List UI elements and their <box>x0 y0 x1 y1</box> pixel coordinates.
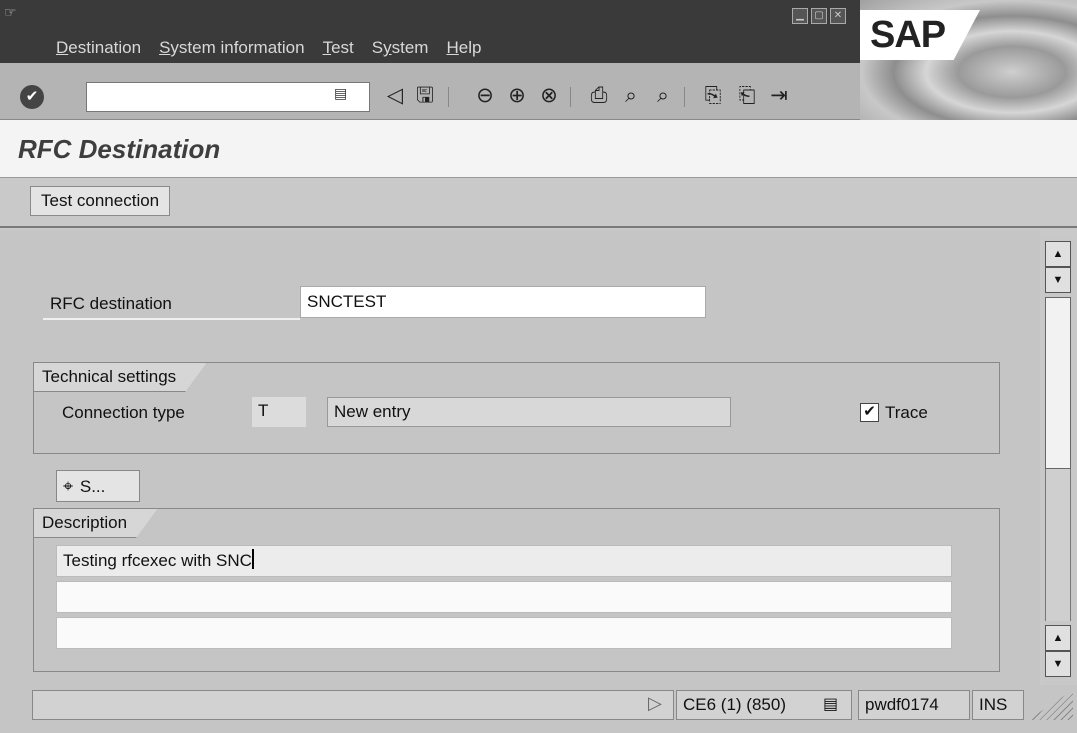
description-line-2[interactable] <box>56 581 952 613</box>
status-message-area <box>32 690 674 720</box>
menu-system[interactable]: System <box>372 38 429 58</box>
collapse-left-icon[interactable]: ◁ <box>382 83 408 109</box>
print-icon[interactable]: ⎙ <box>586 83 612 109</box>
scroll-page-up-icon[interactable]: ▲ <box>1045 625 1071 651</box>
scrollbar-thumb[interactable] <box>1045 297 1071 469</box>
status-system[interactable]: CE6 (1) (850) ▤ <box>676 690 852 720</box>
connection-type-field[interactable]: T <box>252 397 306 427</box>
technical-settings-title: Technical settings <box>33 362 207 392</box>
system-info-icon[interactable]: ▤ <box>823 691 838 719</box>
menu-help[interactable]: Help <box>446 38 481 58</box>
toolbar-separator <box>448 87 449 107</box>
application-toolbar: Test connection <box>0 178 1077 228</box>
status-expand-icon[interactable]: ▷ <box>648 693 662 714</box>
last-page-icon[interactable]: ⎗ <box>734 83 760 109</box>
cancel-icon[interactable]: ⊗ <box>536 83 562 109</box>
trace-checkbox[interactable]: ✔ <box>860 403 879 422</box>
rfc-destination-label: RFC destination <box>50 294 172 313</box>
rfc-destination-field[interactable]: SNCTEST <box>300 286 706 318</box>
status-server: pwdf0174 <box>858 690 970 720</box>
resize-grip[interactable] <box>1028 690 1073 720</box>
technical-settings-group: Technical settings Connection type T New… <box>33 362 1000 454</box>
menu-system-information[interactable]: System information <box>159 38 305 58</box>
search-button-label: S... <box>79 477 106 496</box>
scrollbar-track[interactable] <box>1045 469 1071 621</box>
enter-icon[interactable]: ✔ <box>20 85 44 109</box>
description-title: Description <box>33 508 158 538</box>
status-bar: ▷ CE6 (1) (850) ▤ pwdf0174 INS <box>0 685 1077 733</box>
maximize-icon[interactable]: ▢ <box>811 8 827 24</box>
description-line-3[interactable] <box>56 617 952 649</box>
search-button[interactable]: ⌖ S... <box>56 470 140 502</box>
scroll-up-icon[interactable]: ▲ <box>1045 241 1071 267</box>
exit-icon[interactable]: ⊕ <box>504 83 530 109</box>
command-input[interactable] <box>87 83 327 109</box>
command-field[interactable] <box>86 82 370 112</box>
test-connection-button[interactable]: Test connection <box>30 186 171 216</box>
title-area: RFC Destination <box>0 120 1077 178</box>
find-icon[interactable]: ⌕ <box>618 83 644 109</box>
save-icon[interactable]: 🖫 <box>412 83 438 109</box>
vertical-scrollbar[interactable]: ▲ ▼ ▲ ▼ <box>1043 237 1075 685</box>
system-menu-icon[interactable]: ☞ <box>4 4 22 20</box>
binoculars-icon: ⌖ <box>63 476 74 496</box>
description-line-1[interactable]: Testing rfcexec with SNC <box>56 545 952 577</box>
toolbar-separator <box>570 87 571 107</box>
main-area: RFC destination SNCTEST Technical settin… <box>0 230 1040 685</box>
close-icon[interactable]: ✕ <box>830 8 846 24</box>
connection-type-label: Connection type <box>62 403 185 422</box>
window-controls: ▁ ▢ ✕ <box>792 8 846 24</box>
toolbar-separator <box>684 87 685 107</box>
connection-type-description: New entry <box>327 397 731 427</box>
menu-bar: Destination System information Test Syst… <box>56 38 499 58</box>
menu-test[interactable]: Test <box>323 38 354 58</box>
command-history-icon[interactable]: ▤ <box>334 85 350 105</box>
trace-label: Trace <box>885 403 928 422</box>
description-group: Description Testing rfcexec with SNC <box>33 508 1000 672</box>
standard-toolbar: ✔ ▤ ◁ 🖫 ⊖ ⊕ ⊗ ⎙ ⌕ ⌕ ⎘ ⎗ ⇥ <box>0 63 860 120</box>
minimize-icon[interactable]: ▁ <box>792 8 808 24</box>
page-title: RFC Destination <box>18 134 221 164</box>
scroll-down-icon[interactable]: ▼ <box>1045 267 1071 293</box>
back-icon[interactable]: ⊖ <box>472 83 498 109</box>
layout-icon[interactable]: ⇥ <box>766 83 792 109</box>
scroll-page-down-icon[interactable]: ▼ <box>1045 651 1071 677</box>
text-cursor <box>251 549 254 569</box>
menu-destination[interactable]: Destination <box>56 38 141 58</box>
label-underline <box>43 318 300 320</box>
first-page-icon[interactable]: ⎘ <box>700 83 726 109</box>
find-next-icon[interactable]: ⌕ <box>650 83 676 109</box>
status-insert-mode[interactable]: INS <box>972 690 1024 720</box>
